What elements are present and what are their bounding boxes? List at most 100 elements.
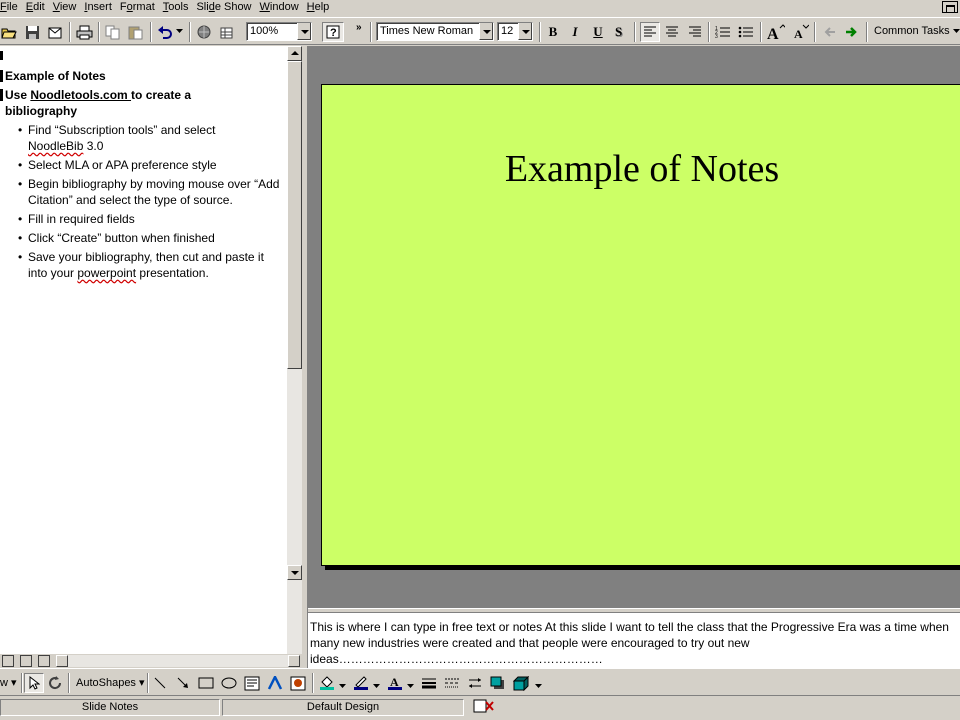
outline-slide-title[interactable]: Example of Notes: [5, 68, 106, 84]
wordart-icon[interactable]: [266, 674, 284, 692]
status-design: Default Design: [222, 699, 464, 716]
italic-button[interactable]: I: [566, 23, 584, 41]
notes-pane[interactable]: This is where I can type in free text or…: [308, 613, 960, 668]
spelling-status-icon[interactable]: [468, 699, 500, 716]
restore-window-button[interactable]: [942, 1, 958, 13]
zoom-value: 100%: [250, 25, 279, 37]
outline-bullet[interactable]: Save your bibliography, then cut and pas…: [18, 249, 286, 281]
menu-edit[interactable]: Edit: [22, 0, 49, 15]
chevron-down-icon: [952, 29, 960, 33]
align-center-icon[interactable]: [663, 23, 681, 41]
slide-title[interactable]: Example of Notes: [322, 147, 960, 191]
menu-tools[interactable]: Tools: [159, 0, 193, 15]
font-color-dropdown-icon[interactable]: [407, 680, 414, 692]
more-buttons-icon[interactable]: [535, 680, 542, 692]
numbering-icon[interactable]: 123: [714, 23, 732, 41]
font-size-select[interactable]: 12: [497, 22, 533, 41]
common-tasks-button[interactable]: Common Tasks: [874, 25, 960, 37]
autoshapes-menu[interactable]: AutoShapes ▾: [76, 676, 145, 689]
svg-text:A: A: [390, 675, 399, 689]
scroll-thumb[interactable]: [287, 61, 302, 369]
horizontal-scroll-track[interactable]: [68, 655, 288, 667]
outline-text: Use: [5, 88, 31, 102]
menu-insert[interactable]: Insert: [80, 0, 116, 15]
more-buttons-icon[interactable]: »: [356, 22, 362, 33]
promote-icon: [820, 23, 838, 41]
demote-icon[interactable]: [843, 23, 861, 41]
menu-window[interactable]: Window: [256, 0, 303, 15]
font-color-icon[interactable]: A: [386, 674, 404, 692]
align-right-icon[interactable]: [686, 23, 704, 41]
menu-slide-show[interactable]: Slide Show: [192, 0, 255, 15]
email-icon[interactable]: [46, 23, 64, 41]
shadow-icon[interactable]: [489, 674, 507, 692]
slide-canvas[interactable]: Example of Notes: [321, 84, 960, 566]
outline-text: 3.0: [83, 139, 104, 153]
textbox-icon[interactable]: [243, 674, 261, 692]
outline-slide-title-line2[interactable]: bibliography: [5, 103, 77, 119]
line-icon[interactable]: [151, 674, 169, 692]
outline-link-text: Noodletools.com: [30, 88, 132, 102]
slide-pane: Example of Notes: [308, 46, 960, 608]
save-icon[interactable]: [23, 23, 41, 41]
paste-icon[interactable]: [127, 23, 145, 41]
draw-menu-tail[interactable]: w ▾: [0, 676, 17, 689]
open-icon[interactable]: [0, 23, 18, 41]
status-bar: Slide Notes Default Design: [0, 697, 960, 720]
slide-icon: [0, 51, 3, 60]
menu-format[interactable]: Format: [116, 0, 159, 15]
slide-sorter-view-icon[interactable]: [20, 655, 32, 667]
outline-bullet[interactable]: Click “Create” button when finished: [18, 230, 286, 246]
3d-icon[interactable]: [512, 674, 530, 692]
dash-style-icon[interactable]: [443, 674, 461, 692]
slide-icon: [0, 70, 3, 82]
help-icon[interactable]: ?: [322, 22, 344, 42]
line-color-icon[interactable]: [352, 674, 370, 692]
menu-help[interactable]: Help: [303, 0, 334, 15]
text-shadow-icon[interactable]: SS: [612, 23, 630, 41]
increase-font-icon[interactable]: A: [767, 23, 785, 41]
scroll-left-button[interactable]: [56, 655, 68, 667]
arrow-icon[interactable]: [174, 674, 192, 692]
zoom-select[interactable]: 100%: [246, 22, 312, 41]
line-color-dropdown-icon[interactable]: [373, 680, 380, 692]
undo-icon[interactable]: [156, 23, 174, 41]
select-icon[interactable]: [24, 673, 44, 693]
scroll-right-button[interactable]: [288, 655, 300, 667]
align-left-icon[interactable]: [640, 22, 660, 42]
rectangle-icon[interactable]: [197, 674, 215, 692]
hyperlink-icon[interactable]: [195, 23, 213, 41]
menu-view[interactable]: View: [49, 0, 81, 15]
outline-pane[interactable]: Example of Notes Use Noodletools.com to …: [0, 46, 287, 654]
outline-text: powerpoint: [77, 266, 137, 280]
arrow-style-icon[interactable]: [466, 674, 484, 692]
bold-button[interactable]: B: [544, 23, 562, 41]
outline-bullet[interactable]: Fill in required fields: [18, 211, 286, 227]
copy-icon[interactable]: [104, 23, 122, 41]
insert-table-icon[interactable]: [218, 23, 236, 41]
outline-bullet[interactable]: Find “Subscription tools” and select Nood…: [18, 122, 286, 154]
print-icon[interactable]: [75, 23, 93, 41]
slide-show-view-icon[interactable]: [38, 655, 50, 667]
outline-bullet[interactable]: Begin bibliography by moving mouse over …: [18, 176, 286, 208]
rotate-icon[interactable]: [46, 674, 64, 692]
view-bar: [0, 654, 302, 668]
fill-color-icon[interactable]: [318, 674, 336, 692]
clipart-icon[interactable]: [289, 674, 307, 692]
line-style-icon[interactable]: [420, 674, 438, 692]
scroll-down-button[interactable]: [287, 565, 302, 580]
fill-color-dropdown-icon[interactable]: [339, 680, 346, 692]
decrease-font-icon[interactable]: A: [792, 23, 810, 41]
underline-button[interactable]: U: [589, 23, 607, 41]
normal-view-icon[interactable]: [2, 655, 14, 667]
bullets-icon[interactable]: [737, 23, 755, 41]
outline-scrollbar[interactable]: [287, 46, 302, 654]
outline-bullet[interactable]: Select MLA or APA preference style: [18, 157, 286, 173]
scroll-up-button[interactable]: [287, 46, 302, 61]
oval-icon[interactable]: [220, 674, 238, 692]
font-name-select[interactable]: Times New Roman: [376, 22, 494, 41]
svg-text:A: A: [767, 26, 779, 40]
undo-dropdown-icon[interactable]: [176, 26, 183, 38]
menu-file[interactable]: File: [0, 0, 22, 15]
outline-slide-title[interactable]: Use Noodletools.com to create a: [5, 87, 191, 103]
